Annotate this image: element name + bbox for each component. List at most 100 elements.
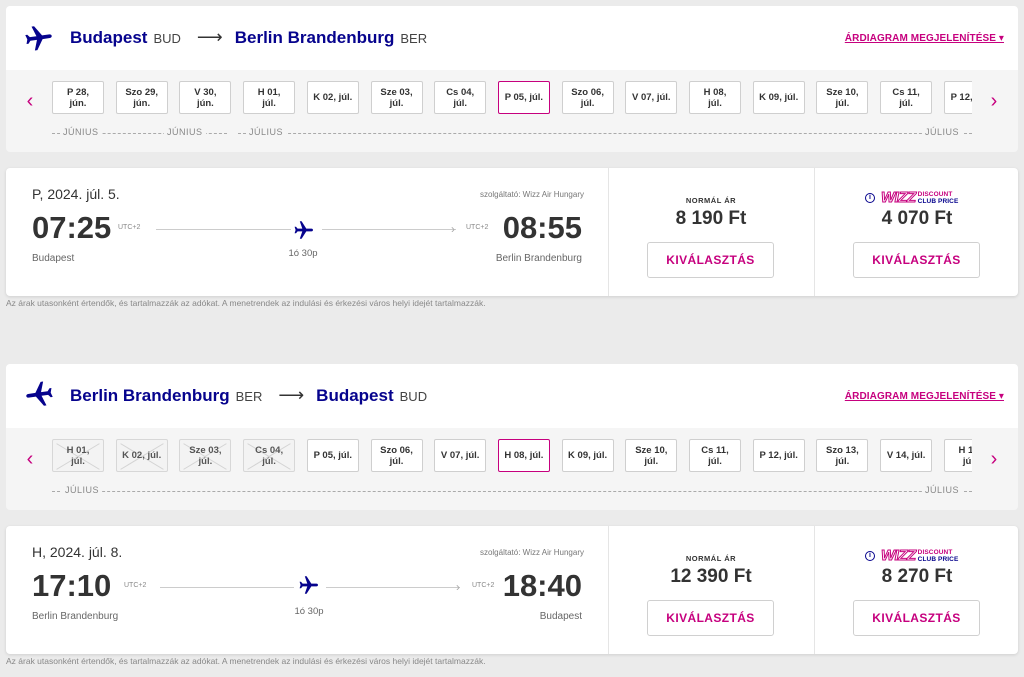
wdc-subtitle: DISCOUNT CLUB PRICE [918,191,959,205]
date-option[interactable]: Szo 29, jún. [115,81,168,114]
date-option[interactable]: H 01, júl. [243,81,296,114]
date-option-label: P 05, júl. [314,450,352,461]
date-line2: júl. [453,97,468,109]
select-wdc-button[interactable]: KIVÁLASZTÁS [853,600,980,636]
date-option[interactable]: P 28, jún. [52,81,104,114]
date-line1: K 09, júl. [568,450,608,461]
date-line2: júl. [71,455,85,467]
select-normal-button[interactable]: KIVÁLASZTÁS [647,600,774,636]
date-option[interactable]: Szo 06, júl. [561,81,614,114]
date-option-label: Cs 04, júl. [446,87,474,109]
inbound-month-bar: JÚLIUS JÚLIUS [52,484,972,498]
date-option[interactable]: Cs 11, júl. [880,81,933,114]
path-end-icon: › [456,580,460,594]
prev-dates-chevron-icon[interactable]: ‹ [20,88,40,114]
wdc-brand: WIZZ [881,189,917,206]
departure-utc: UTC+2 [118,224,141,231]
date-option-label: H 15,júl. [958,445,972,467]
date-option-label: Szo 29, jún. [125,87,158,109]
date-option[interactable]: K 09, júl. [561,439,614,472]
date-option[interactable]: V 07, júl. [625,81,678,114]
normal-fare: NORMÁL ÁR 12 390 Ft KIVÁLASZTÁS [609,526,813,654]
info-icon[interactable]: i [865,192,875,203]
date-line1: V 07, júl. [440,450,480,461]
next-dates-chevron-icon[interactable]: › [984,446,1004,472]
arrival-utc: UTC+2 [466,224,489,231]
flight-path-line [156,229,291,230]
plane-icon [299,576,318,594]
arrival-utc: UTC+2 [472,582,495,589]
date-option[interactable]: P 05, júl. [497,81,550,114]
select-wdc-button[interactable]: KIVÁLASZTÁS [853,242,980,278]
date-option-label: Sze 03, júl. [189,445,221,467]
caret-down-icon: ▾ [996,33,1004,44]
date-option-label: Cs 11, júl. [892,87,919,109]
date-line1: P 12, júl. [759,450,798,461]
date-line1: P 05, júl. [313,450,352,461]
date-option[interactable]: V 30, jún. [179,81,232,114]
date-option-label: K 09, júl. [759,92,798,103]
price-note: Az árak utasonként értendők, és tartalma… [6,298,486,308]
date-option: H 01, júl. [52,439,104,472]
date-option[interactable]: Sze 03, júl. [370,81,423,114]
date-option[interactable]: H 08, júl. [689,81,741,114]
select-normal-button[interactable]: KIVÁLASZTÁS [647,242,774,278]
next-dates-chevron-icon[interactable]: › [984,88,1004,114]
prev-dates-chevron-icon[interactable]: ‹ [20,446,40,472]
price-chart-link[interactable]: ÁRDIAGRAM MEGJELENÍTÉSE ▾ [845,391,1004,402]
date-line1: Szo 29, [125,86,159,98]
date-option[interactable]: Cs 04, júl. [434,81,487,114]
departure-time: 07:25 [32,210,112,245]
date-option[interactable]: K 09, júl. [752,81,805,114]
info-icon[interactable]: i [865,550,875,561]
destination-city: Berlin Brandenburg [234,28,395,47]
date-option[interactable]: Sze 10, júl. [816,81,869,114]
date-option[interactable]: Szo 06, júl. [370,439,423,472]
wdc-fare: i WIZZ DISCOUNT CLUB PRICE 8 270 Ft KIVÁL… [815,526,1019,654]
flight-date: H, 2024. júl. 8. [32,544,123,560]
date-option[interactable]: V 07, júl. [434,439,487,472]
date-option[interactable]: Sze 10, júl. [625,439,678,472]
date-option-label: Cs 11, júl. [701,445,728,467]
price-note: Az árak utasonként értendők, és tartalma… [6,656,486,666]
wdc-header: i WIZZ DISCOUNT CLUB PRICE [865,548,958,564]
normal-price: 8 190 Ft [675,208,747,229]
date-line1: K 09, júl. [759,92,799,103]
wdc-price: 4 070 Ft [881,208,953,229]
wdc-price: 8 270 Ft [881,566,953,587]
date-option[interactable]: P 12, júl. [752,439,805,472]
month-label: JÚLIUS [922,127,963,137]
destination-code: BER [400,31,428,46]
date-option-label: H 01, júl. [258,87,281,109]
date-line2: júl. [708,97,722,109]
date-line1: Sze 03, [189,444,222,456]
origin-city: Budapest [70,28,148,47]
date-option[interactable]: K 02, júl. [306,81,359,114]
flight-date: P, 2024. júl. 5. [32,186,120,202]
date-line2: júl. [389,97,404,109]
date-line1: K 02, júl. [313,92,353,103]
inbound-day-list: H 01, júl. K 02, júl. Sze 03, júl. Cs 04, júl.… [52,439,972,473]
date-line2: júl. [708,455,722,467]
month-label: JÚLIUS [922,485,963,495]
date-line1: K 02, júl. [122,450,162,461]
date-line1: Cs 04, [446,86,475,98]
date-option[interactable]: V 14, júl. [880,439,933,472]
departure-utc: UTC+2 [124,582,147,589]
date-option[interactable]: Szo 13, júl. [816,439,869,472]
date-line1: P 28, [66,86,89,98]
destination-city: Budapest [316,386,394,405]
date-option-label: Cs 04, júl. [255,445,283,467]
price-chart-link[interactable]: ÁRDIAGRAM MEGJELENÍTÉSE ▾ [845,33,1004,44]
date-option[interactable]: P 12, júl. [943,81,972,114]
date-option[interactable]: H 15,júl. [943,439,972,472]
arrival-time: 18:40 [502,568,582,603]
date-option[interactable]: Cs 11, júl. [689,439,741,472]
route: Budapest BUD ⟶ Berlin Brandenburg BER [70,28,431,48]
date-option[interactable]: P 05, júl. [306,439,359,472]
date-line2: júl. [580,97,595,109]
date-line1: V 14, júl. [886,450,926,461]
fare-title: NORMÁL ÁR [685,196,737,205]
departure-time: 17:10 [32,568,112,603]
date-option[interactable]: H 08, júl. [497,439,550,472]
